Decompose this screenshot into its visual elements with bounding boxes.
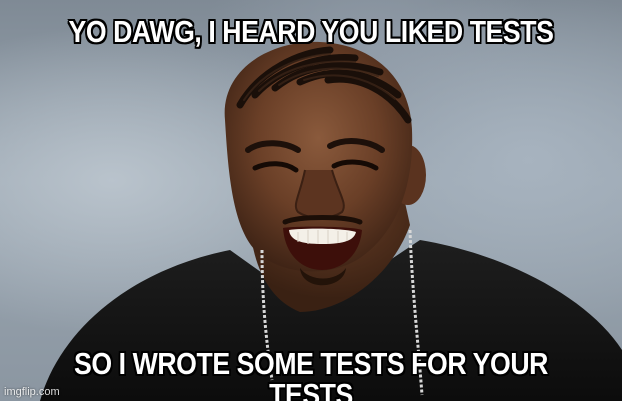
meme-image: YO DAWG, I HEARD YOU LIKED TESTS SO I WR… xyxy=(0,0,622,401)
laughing-man-photo xyxy=(40,41,622,401)
watermark: imgflip.com xyxy=(4,386,60,398)
bottom-caption: SO I WROTE SOME TESTS FOR YOUR TESTS xyxy=(74,346,548,401)
top-caption: YO DAWG, I HEARD YOU LIKED TESTS xyxy=(68,14,554,49)
